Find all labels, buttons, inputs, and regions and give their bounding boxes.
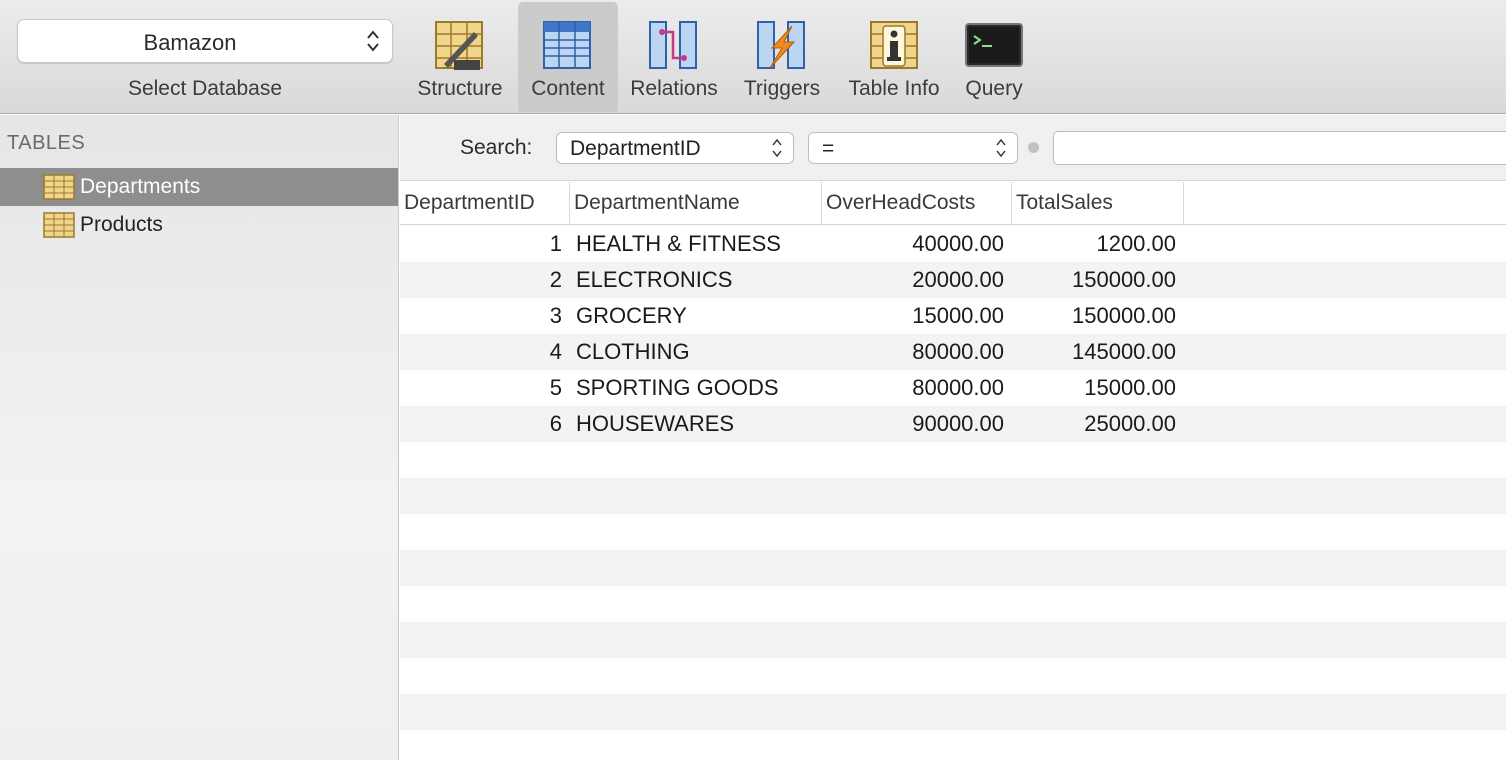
cell-departmentname[interactable]: GROCERY [576, 303, 816, 329]
structure-label: Structure [417, 77, 503, 100]
cell-overheadcosts[interactable]: 80000.00 [822, 339, 1004, 365]
cell-overheadcosts[interactable]: 80000.00 [822, 375, 1004, 401]
stripe [400, 694, 1506, 730]
cell-departmentid[interactable]: 2 [400, 267, 562, 293]
query-label: Query [965, 77, 1023, 100]
table-row[interactable]: 1 HEALTH & FITNESS 40000.00 1200.00 [400, 226, 1506, 262]
structure-icon [435, 21, 483, 70]
table-row[interactable]: 4 CLOTHING 80000.00 145000.00 [400, 334, 1506, 370]
query-tab[interactable]: Query [956, 2, 1032, 112]
table-row[interactable]: 6 HOUSEWARES 90000.00 25000.00 [400, 406, 1506, 442]
search-operator-select[interactable]: = [808, 132, 1018, 164]
content-tab[interactable]: Content [518, 2, 618, 112]
triggers-icon [757, 21, 805, 69]
cell-totalsales[interactable]: 25000.00 [1012, 411, 1176, 437]
search-operator-value: = [822, 137, 835, 160]
table-icon [43, 174, 75, 200]
cell-totalsales[interactable]: 150000.00 [1012, 267, 1176, 293]
sidebar-item-departments[interactable]: Departments [0, 168, 398, 206]
terminal-icon [965, 23, 1023, 67]
cell-departmentname[interactable]: HOUSEWARES [576, 411, 816, 437]
relations-tab[interactable]: Relations [622, 2, 726, 112]
relations-icon [649, 21, 697, 69]
sidebar: TABLES Departments Products [0, 115, 399, 760]
database-select-value: Bamazon [143, 30, 237, 55]
stripe [400, 478, 1506, 514]
column-header-overheadcosts[interactable]: OverHeadCosts [822, 182, 1012, 225]
cell-departmentid[interactable]: 3 [400, 303, 562, 329]
content-label: Content [531, 77, 605, 100]
sidebar-item-label: Products [80, 213, 163, 236]
cell-overheadcosts[interactable]: 15000.00 [822, 303, 1004, 329]
table-row[interactable]: 5 SPORTING GOODS 80000.00 15000.00 [400, 370, 1506, 406]
table-row[interactable]: 2 ELECTRONICS 20000.00 150000.00 [400, 262, 1506, 298]
search-field-select[interactable]: DepartmentID [556, 132, 794, 164]
structure-tab[interactable]: Structure [406, 2, 514, 112]
cell-overheadcosts[interactable]: 40000.00 [822, 231, 1004, 257]
content-table: DepartmentID DepartmentName OverHeadCost… [400, 182, 1506, 760]
stripe [400, 550, 1506, 586]
table-header: DepartmentID DepartmentName OverHeadCost… [400, 182, 1506, 225]
column-header-departmentname[interactable]: DepartmentName [570, 182, 822, 225]
cell-departmentid[interactable]: 5 [400, 375, 562, 401]
cell-totalsales[interactable]: 1200.00 [1012, 231, 1176, 257]
filter-bar: Search: DepartmentID = [400, 115, 1506, 181]
search-label: Search: [460, 136, 533, 159]
table-info-tab[interactable]: Table Info [838, 2, 950, 112]
triggers-tab[interactable]: Triggers [732, 2, 832, 112]
tables-heading: TABLES [7, 132, 86, 154]
cell-departmentid[interactable]: 1 [400, 231, 562, 257]
column-header-totalsales[interactable]: TotalSales [1012, 182, 1184, 225]
cell-departmentname[interactable]: CLOTHING [576, 339, 816, 365]
status-dot [1028, 142, 1039, 153]
relations-label: Relations [630, 77, 718, 100]
info-icon [870, 21, 918, 69]
cell-departmentname[interactable]: SPORTING GOODS [576, 375, 816, 401]
database-select[interactable]: Bamazon [17, 19, 393, 63]
cell-departmentid[interactable]: 6 [400, 411, 562, 437]
cell-departmentid[interactable]: 4 [400, 339, 562, 365]
search-value-input[interactable] [1053, 131, 1506, 165]
cell-totalsales[interactable]: 15000.00 [1012, 375, 1176, 401]
content-table-icon [543, 21, 591, 69]
column-header-departmentid[interactable]: DepartmentID [400, 182, 570, 225]
select-database-label: Select Database [127, 77, 283, 100]
stripe [400, 622, 1506, 658]
table-icon [43, 212, 75, 238]
table-row[interactable]: 3 GROCERY 15000.00 150000.00 [400, 298, 1506, 334]
cell-totalsales[interactable]: 145000.00 [1012, 339, 1176, 365]
toolbar: Bamazon Select Database Structure Conten… [0, 0, 1506, 114]
sidebar-item-label: Departments [80, 175, 201, 198]
search-field-value: DepartmentID [570, 137, 701, 160]
cell-departmentname[interactable]: ELECTRONICS [576, 267, 816, 293]
table-info-label: Table Info [848, 77, 940, 100]
up-down-chevron-icon [996, 138, 1006, 158]
cell-overheadcosts[interactable]: 90000.00 [822, 411, 1004, 437]
cell-totalsales[interactable]: 150000.00 [1012, 303, 1176, 329]
triggers-label: Triggers [743, 77, 821, 100]
sidebar-item-products[interactable]: Products [0, 206, 398, 244]
up-down-chevron-icon [367, 30, 379, 52]
cell-departmentname[interactable]: HEALTH & FITNESS [576, 231, 816, 257]
cell-overheadcosts[interactable]: 20000.00 [822, 267, 1004, 293]
up-down-chevron-icon [772, 138, 782, 158]
